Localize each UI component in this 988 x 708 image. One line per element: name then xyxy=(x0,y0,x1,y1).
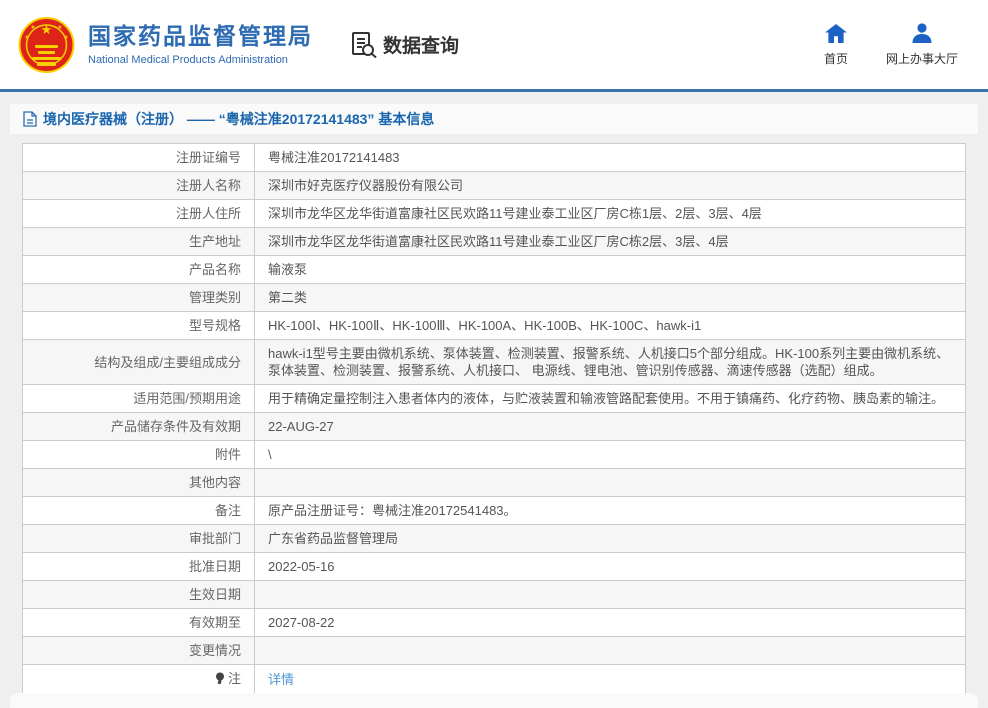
row-label: 生产地址 xyxy=(22,227,255,256)
svg-text:★: ★ xyxy=(30,24,35,31)
page-title: 境内医疗器械（注册） —— “粤械注准20172141483” 基本信息 xyxy=(43,111,435,127)
page-title-bar: 境内医疗器械（注册） —— “粤械注准20172141483” 基本信息 xyxy=(10,104,978,134)
table-row: 结构及组成/主要组成成分 hawk-i1型号主要由微机系统、泵体装置、检测装置、报… xyxy=(22,339,966,385)
table-row: 注册人名称 深圳市好克医疗仪器股份有限公司 xyxy=(22,171,966,200)
table-row: 批准日期 2022-05-16 xyxy=(22,552,966,581)
table-row: 注详情 xyxy=(22,664,966,695)
row-value xyxy=(254,636,966,665)
home-icon xyxy=(824,23,847,43)
row-value: 用于精确定量控制注入患者体内的液体，与贮液装置和输液管路配套使用。不用于镇痛药、… xyxy=(254,384,966,413)
data-query-section[interactable]: 数据查询 xyxy=(351,31,459,58)
row-label: 有效期至 xyxy=(22,608,255,637)
top-nav: 首页 网上办事大厅 xyxy=(824,22,958,67)
table-row: 其他内容 xyxy=(22,468,966,497)
table-row: 审批部门 广东省药品监督管理局 xyxy=(22,524,966,553)
content: 境内医疗器械（注册） —— “粤械注准20172141483” 基本信息 注册证… xyxy=(0,92,988,708)
table-row: 变更情况 xyxy=(22,636,966,665)
row-label: 结构及组成/主要组成成分 xyxy=(22,339,255,385)
row-value: 广东省药品监督管理局 xyxy=(254,524,966,553)
row-value: 深圳市龙华区龙华街道富康社区民欢路11号建业泰工业区厂房C栋2层、3层、4层 xyxy=(254,227,966,256)
row-value: 深圳市龙华区龙华街道富康社区民欢路11号建业泰工业区厂房C栋1层、2层、3层、4… xyxy=(254,199,966,228)
row-label: 管理类别 xyxy=(22,283,255,312)
info-table: 注册证编号 粤械注准20172141483 注册人名称 深圳市好克医疗仪器股份有限公司… xyxy=(22,143,966,695)
row-value xyxy=(254,468,966,497)
table-row: 生产地址 深圳市龙华区龙华街道富康社区民欢路11号建业泰工业区厂房C栋2层、3层、… xyxy=(22,227,966,256)
row-label: 产品储存条件及有效期 xyxy=(22,412,255,441)
row-value xyxy=(254,580,966,609)
row-label: 附件 xyxy=(22,440,255,469)
table-row: 有效期至 2027-08-22 xyxy=(22,608,966,637)
row-label: 注册人住所 xyxy=(22,199,255,228)
national-emblem-logo: ★ ★ ★ ★ ★ xyxy=(18,13,75,77)
row-label: 注册人名称 xyxy=(22,171,255,200)
row-label: 适用范围/预期用途 xyxy=(22,384,255,413)
nav-home-label: 首页 xyxy=(823,51,848,66)
bulb-icon xyxy=(215,672,225,689)
footer-strip xyxy=(10,693,978,708)
table-row: 产品名称 输液泵 xyxy=(22,255,966,284)
agency-name-cn: 国家药品监督管理局 xyxy=(88,22,313,49)
svg-text:★: ★ xyxy=(24,34,29,41)
row-label: 其他内容 xyxy=(22,468,255,497)
detail-link[interactable]: 详情 xyxy=(268,672,294,687)
row-label: 批准日期 xyxy=(22,552,255,581)
row-label: 生效日期 xyxy=(22,580,255,609)
document-icon xyxy=(23,111,37,127)
site-header: ★ ★ ★ ★ ★ 国家药品监督管理局 National Medical Pro… xyxy=(0,0,988,92)
row-value: 原产品注册证号：粤械注准20172541483。 xyxy=(254,496,966,525)
info-table-body: 注册证编号 粤械注准20172141483 注册人名称 深圳市好克医疗仪器股份有限公司… xyxy=(22,143,966,695)
document-search-icon xyxy=(351,31,377,58)
row-value: \ xyxy=(254,440,966,469)
table-row: 型号规格 HK-100Ⅰ、HK-100Ⅱ、HK-100Ⅲ、HK-100A、HK-1… xyxy=(22,311,966,340)
table-row: 管理类别 第二类 xyxy=(22,283,966,312)
row-value: 第二类 xyxy=(254,283,966,312)
row-label: 注 xyxy=(22,664,255,695)
brand-text: 国家药品监督管理局 National Medical Products Admi… xyxy=(88,23,313,67)
svg-text:★: ★ xyxy=(41,22,53,37)
page: ★ ★ ★ ★ ★ 国家药品监督管理局 National Medical Pro… xyxy=(0,0,988,708)
row-value: 2022-05-16 xyxy=(254,552,966,581)
nav-service-hall-label: 网上办事大厅 xyxy=(885,51,958,66)
table-row: 适用范围/预期用途 用于精确定量控制注入患者体内的液体，与贮液装置和输液管路配套使… xyxy=(22,384,966,413)
table-row: 备注 原产品注册证号：粤械注准20172541483。 xyxy=(22,496,966,525)
row-label: 产品名称 xyxy=(22,255,255,284)
data-query-label: 数据查询 xyxy=(383,36,460,57)
row-value: 22-AUG-27 xyxy=(254,412,966,441)
row-value: hawk-i1型号主要由微机系统、泵体装置、检测装置、报警系统、人机接口5个部分… xyxy=(254,339,966,385)
table-row: 生效日期 xyxy=(22,580,966,609)
user-icon xyxy=(912,22,932,43)
nav-service-hall[interactable]: 网上办事大厅 xyxy=(885,22,958,67)
svg-text:★: ★ xyxy=(57,24,62,31)
row-label: 注册证编号 xyxy=(22,143,255,172)
brand[interactable]: ★ ★ ★ ★ ★ 国家药品监督管理局 National Medical Pro… xyxy=(18,13,313,77)
agency-name-en: National Medical Products Administration xyxy=(88,54,288,67)
row-value: 输液泵 xyxy=(254,255,966,284)
table-row: 注册人住所 深圳市龙华区龙华街道富康社区民欢路11号建业泰工业区厂房C栋1层、2层… xyxy=(22,199,966,228)
row-value: HK-100Ⅰ、HK-100Ⅱ、HK-100Ⅲ、HK-100A、HK-100B、… xyxy=(254,311,966,340)
svg-text:★: ★ xyxy=(63,34,68,41)
table-row: 产品储存条件及有效期 22-AUG-27 xyxy=(22,412,966,441)
table-row: 附件 \ xyxy=(22,440,966,469)
row-value: 粤械注准20172141483 xyxy=(254,143,966,172)
row-value: 深圳市好克医疗仪器股份有限公司 xyxy=(254,171,966,200)
row-value: 2027-08-22 xyxy=(254,608,966,637)
row-label: 型号规格 xyxy=(22,311,255,340)
row-label: 备注 xyxy=(22,496,255,525)
nav-home[interactable]: 首页 xyxy=(824,23,848,67)
row-label: 审批部门 xyxy=(22,524,255,553)
table-row: 注册证编号 粤械注准20172141483 xyxy=(22,143,966,172)
row-value: 详情 xyxy=(254,664,966,695)
row-label: 变更情况 xyxy=(22,636,255,665)
